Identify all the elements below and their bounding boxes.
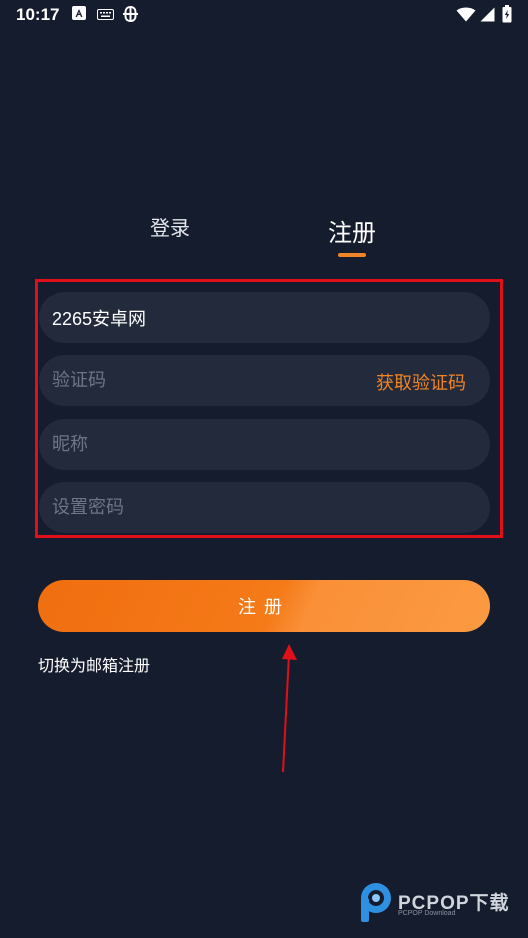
password-input[interactable] bbox=[52, 482, 352, 533]
status-time: 10:17 bbox=[16, 5, 60, 24]
pcpop-logo-icon bbox=[361, 883, 391, 922]
password-field[interactable] bbox=[39, 482, 490, 533]
code-field[interactable]: 获取验证码 bbox=[39, 355, 490, 406]
tab-login[interactable]: 登录 bbox=[150, 212, 190, 241]
nickname-field[interactable] bbox=[39, 419, 490, 470]
wifi-icon bbox=[456, 7, 476, 22]
tab-indicator bbox=[338, 253, 366, 257]
signal-icon bbox=[480, 7, 495, 22]
switch-to-email-link[interactable]: 切换为邮箱注册 bbox=[38, 652, 150, 676]
watermark-subtext: PCPOP Download bbox=[398, 910, 456, 917]
annotation-arrow-icon bbox=[282, 644, 297, 773]
phone-input[interactable] bbox=[52, 292, 352, 343]
status-bar: 10:17 bbox=[0, 0, 528, 30]
battery-icon bbox=[502, 5, 512, 23]
tab-register[interactable]: 注册 bbox=[328, 213, 376, 248]
watermark: PCPOP下载 PCPOP Download bbox=[358, 882, 528, 926]
phone-field[interactable] bbox=[39, 292, 490, 343]
accessibility-a-icon bbox=[72, 6, 86, 20]
bug-icon bbox=[123, 5, 138, 23]
nickname-input[interactable] bbox=[52, 419, 352, 470]
verification-code-input[interactable] bbox=[52, 355, 352, 406]
register-button[interactable]: 注册 bbox=[38, 580, 490, 632]
keyboard-icon bbox=[97, 9, 114, 20]
get-code-button[interactable]: 获取验证码 bbox=[376, 369, 466, 395]
